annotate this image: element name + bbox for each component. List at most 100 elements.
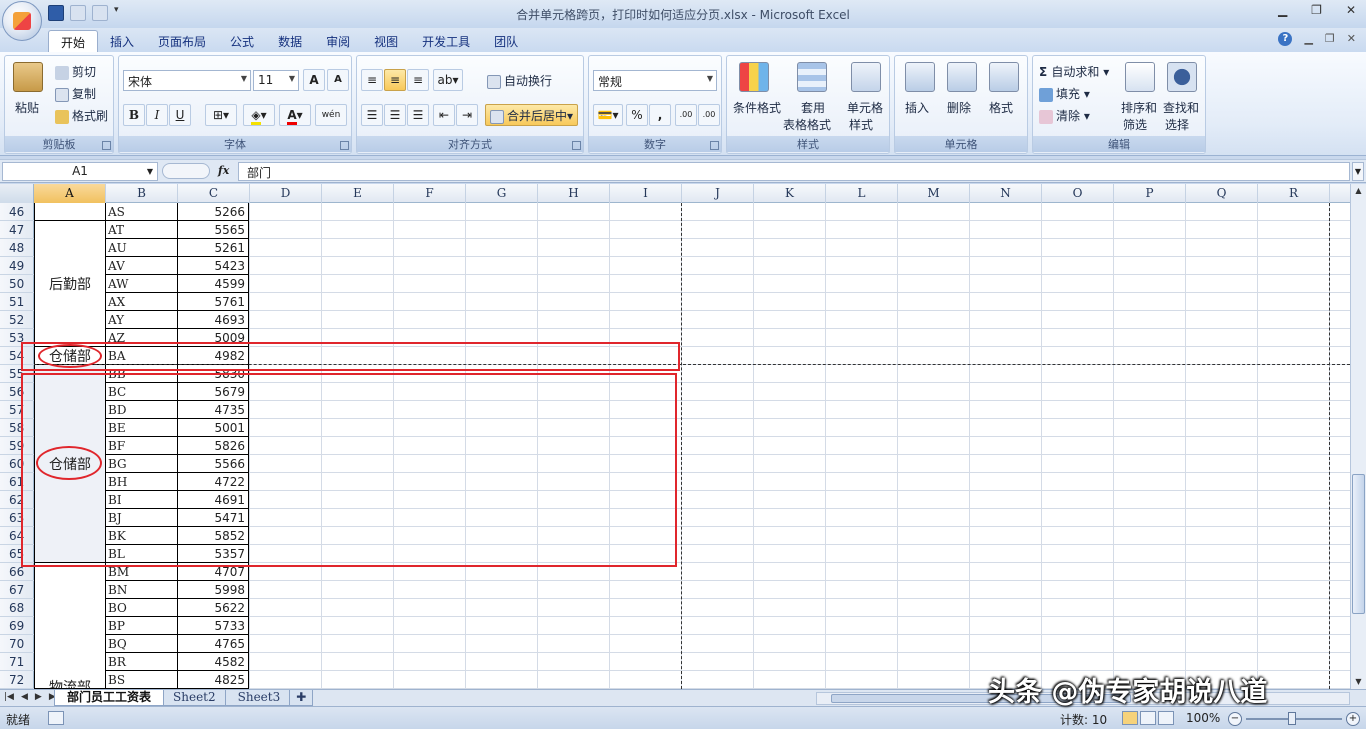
- cell-styles-icon[interactable]: [851, 62, 881, 92]
- zoom-slider[interactable]: − +: [1228, 712, 1360, 726]
- expand-formula-bar-icon[interactable]: ▼: [1352, 162, 1364, 181]
- next-sheet-icon[interactable]: ▶: [35, 692, 42, 702]
- alignment-launcher-icon[interactable]: [572, 141, 581, 150]
- tab-home[interactable]: 开始: [48, 30, 99, 52]
- sheet-tab-sheet3[interactable]: Sheet3: [224, 690, 294, 706]
- shrink-font-button[interactable]: A: [327, 69, 349, 91]
- column-header-p[interactable]: P: [1114, 184, 1186, 203]
- fill-button[interactable]: 填充 ▾: [1039, 85, 1090, 102]
- sort-filter-icon[interactable]: [1125, 62, 1155, 92]
- decrease-indent-button[interactable]: ⇤: [433, 104, 455, 126]
- align-middle-button[interactable]: ≡: [384, 69, 406, 91]
- sheet-tab-salary[interactable]: 部门员工工资表: [54, 690, 165, 706]
- cell-employee-code[interactable]: AS: [105, 203, 177, 221]
- cell-salary[interactable]: 5761: [177, 293, 249, 311]
- cell-employee-code[interactable]: AX: [105, 293, 177, 311]
- help-icon[interactable]: ?: [1278, 32, 1293, 46]
- format-painter-button[interactable]: 格式刷: [55, 107, 108, 124]
- cell-employee-code[interactable]: BR: [105, 653, 177, 671]
- wb-restore-icon[interactable]: ❐: [1325, 32, 1335, 46]
- column-header-d[interactable]: D: [250, 184, 322, 203]
- macro-record-icon[interactable]: [48, 711, 64, 725]
- column-header-h[interactable]: H: [538, 184, 610, 203]
- cell-employee-code[interactable]: AW: [105, 275, 177, 293]
- row-header[interactable]: 70: [0, 635, 34, 653]
- tab-view[interactable]: 视图: [362, 30, 410, 52]
- zoom-out-icon[interactable]: −: [1228, 712, 1242, 726]
- close-icon[interactable]: ✕: [1346, 3, 1356, 17]
- scroll-up-icon[interactable]: ▲: [1352, 184, 1365, 198]
- column-header-f[interactable]: F: [394, 184, 466, 203]
- cell-employee-code[interactable]: BO: [105, 599, 177, 617]
- column-header-e[interactable]: E: [322, 184, 394, 203]
- orientation-button[interactable]: ab▾: [433, 69, 463, 91]
- font-launcher-icon[interactable]: [340, 141, 349, 150]
- merged-cell-materials[interactable]: 物流部: [34, 563, 106, 689]
- grow-font-button[interactable]: A: [303, 69, 325, 91]
- cell-employee-code[interactable]: BQ: [105, 635, 177, 653]
- row-header[interactable]: 68: [0, 599, 34, 617]
- cell-salary[interactable]: 5622: [177, 599, 249, 617]
- row-header[interactable]: 50: [0, 275, 34, 293]
- column-header-c[interactable]: C: [178, 184, 250, 203]
- column-header-g[interactable]: G: [466, 184, 538, 203]
- select-all-corner[interactable]: [0, 184, 34, 203]
- cell-styles-label-2[interactable]: 样式: [849, 116, 873, 133]
- column-header-m[interactable]: M: [898, 184, 970, 203]
- cell-salary[interactable]: 4582: [177, 653, 249, 671]
- column-header-j[interactable]: J: [682, 184, 754, 203]
- font-size-combo[interactable]: 11 ▼: [253, 70, 299, 91]
- cell-salary[interactable]: 4765: [177, 635, 249, 653]
- formula-input[interactable]: 部门: [238, 162, 1350, 181]
- cell-salary[interactable]: 4693: [177, 311, 249, 329]
- fill-color-button[interactable]: ◈▾: [243, 104, 275, 126]
- insert-cells-icon[interactable]: [905, 62, 935, 92]
- cell-employee-code[interactable]: AU: [105, 239, 177, 257]
- column-header-o[interactable]: O: [1042, 184, 1114, 203]
- merge-center-button[interactable]: 合并后居中▾: [485, 104, 579, 126]
- row-header[interactable]: 51: [0, 293, 34, 311]
- formula-cancel-enter-area[interactable]: [162, 163, 210, 179]
- cell-salary[interactable]: 4825: [177, 671, 249, 689]
- row-header[interactable]: 49: [0, 257, 34, 275]
- number-format-combo[interactable]: 常规 ▼: [593, 70, 717, 91]
- restore-icon[interactable]: ❐: [1311, 3, 1322, 17]
- tab-data[interactable]: 数据: [266, 30, 314, 52]
- wb-minimize-icon[interactable]: ▁: [1304, 32, 1312, 46]
- column-header-l[interactable]: L: [826, 184, 898, 203]
- conditional-format-button[interactable]: 条件格式: [733, 99, 781, 116]
- row-header[interactable]: 72: [0, 671, 34, 689]
- column-header-a[interactable]: A: [34, 184, 106, 203]
- comma-button[interactable]: ,: [649, 104, 671, 126]
- row-header[interactable]: 52: [0, 311, 34, 329]
- column-header-b[interactable]: B: [106, 184, 178, 203]
- clipboard-launcher-icon[interactable]: [102, 141, 111, 150]
- tab-team[interactable]: 团队: [482, 30, 530, 52]
- wb-close-icon[interactable]: ✕: [1347, 32, 1356, 46]
- tab-insert[interactable]: 插入: [98, 30, 146, 52]
- borders-button[interactable]: ⊞▾: [205, 104, 237, 126]
- row-header[interactable]: 69: [0, 617, 34, 635]
- column-header-i[interactable]: I: [610, 184, 682, 203]
- find-select-label-2[interactable]: 选择: [1165, 116, 1189, 133]
- cell-employee-code[interactable]: BP: [105, 617, 177, 635]
- cell-salary[interactable]: 5423: [177, 257, 249, 275]
- tab-formulas[interactable]: 公式: [218, 30, 266, 52]
- currency-button[interactable]: 💳▾: [593, 104, 623, 126]
- wrap-text-button[interactable]: 自动换行: [487, 72, 552, 89]
- cell-employee-code[interactable]: BS: [105, 671, 177, 689]
- align-bottom-button[interactable]: ≡: [407, 69, 429, 91]
- tab-developer[interactable]: 开发工具: [410, 30, 482, 52]
- binoculars-icon[interactable]: [1167, 62, 1197, 92]
- conditional-format-icon[interactable]: [739, 62, 769, 92]
- cut-button[interactable]: 剪切: [55, 63, 96, 80]
- column-header-n[interactable]: N: [970, 184, 1042, 203]
- paste-button[interactable]: 粘贴: [15, 99, 39, 116]
- bold-button[interactable]: B: [123, 104, 145, 126]
- worksheet-grid[interactable]: ABCDEFGHIJKLMNOPQR 46 47 48 49 50 51 52 53 54 55 5…: [0, 184, 1350, 689]
- cell-styles-label-1[interactable]: 单元格: [847, 99, 883, 116]
- normal-view-icon[interactable]: [1122, 711, 1138, 725]
- align-right-button[interactable]: ☰: [407, 104, 429, 126]
- clear-button[interactable]: 清除 ▾: [1039, 107, 1090, 124]
- row-header[interactable]: 48: [0, 239, 34, 257]
